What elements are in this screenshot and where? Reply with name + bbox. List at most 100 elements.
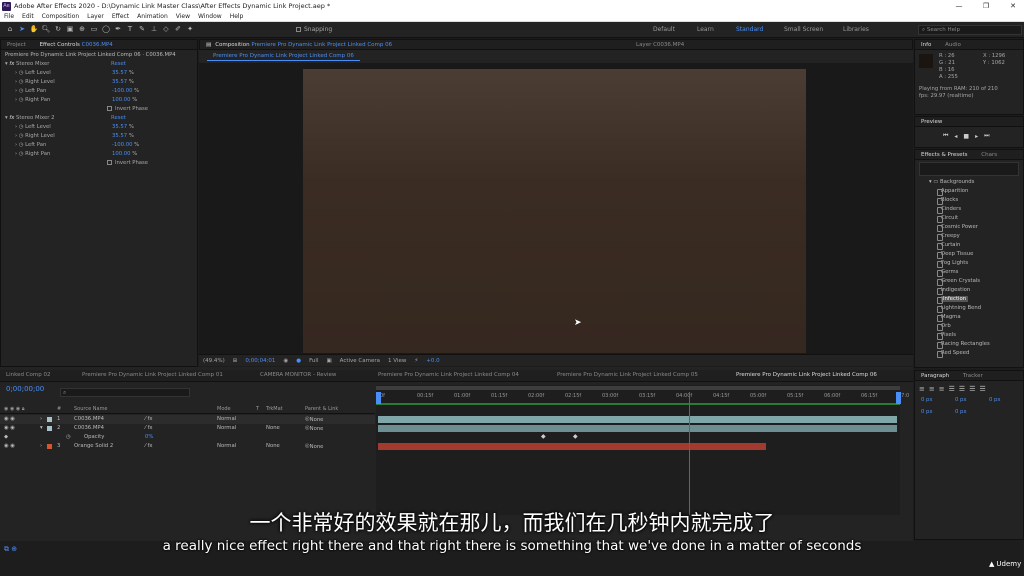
- align-left-icon[interactable]: ≡: [919, 385, 925, 393]
- menu-animation[interactable]: Animation: [137, 13, 168, 20]
- track-layer-2[interactable]: [378, 425, 897, 432]
- prev-frame-icon[interactable]: ◂: [954, 133, 957, 140]
- expand-icon[interactable]: ▾: [40, 425, 43, 431]
- tab-comp-05[interactable]: Premiere Pro Dynamic Link Project Linked…: [557, 372, 698, 378]
- parent-dropdown[interactable]: ◎ None: [305, 425, 323, 432]
- param-value[interactable]: -100.00: [112, 142, 132, 148]
- grid-icon[interactable]: ⊞: [233, 358, 238, 364]
- stopwatch-icon[interactable]: ◷: [19, 151, 24, 157]
- stopwatch-icon[interactable]: ◷: [19, 79, 24, 85]
- justify-last-right-icon[interactable]: ☰: [969, 385, 975, 393]
- col-parent-link[interactable]: Parent & Link: [305, 406, 338, 412]
- space-after-field[interactable]: 0 px: [955, 409, 967, 415]
- next-frame-icon[interactable]: ▸: [975, 133, 978, 140]
- expand-icon[interactable]: ›: [40, 416, 42, 422]
- effect-header-stereo-mixer-2[interactable]: ▾ fx Stereo Mixer 2 Reset: [5, 114, 193, 123]
- layer-name[interactable]: C0036.MP4: [74, 416, 104, 422]
- brush-tool-icon[interactable]: ✎: [138, 25, 147, 34]
- param-value[interactable]: 100.00: [112, 97, 131, 103]
- align-center-icon[interactable]: ≡: [929, 385, 935, 393]
- stopwatch-icon[interactable]: ◷: [19, 70, 24, 76]
- switches-icon[interactable]: ⁄ fx: [145, 416, 153, 422]
- roto-brush-tool-icon[interactable]: ✐: [174, 25, 183, 34]
- zoom-tool-icon[interactable]: 🔍︎: [42, 25, 51, 34]
- preset-item[interactable]: Fog Lights: [915, 259, 1023, 268]
- preset-item[interactable]: Circuit: [915, 214, 1023, 223]
- layer-row[interactable]: ◉ ◉ › 1 C0036.MP4 ⁄ fx Normal ◎ None: [0, 415, 375, 424]
- stopwatch-icon[interactable]: ◷: [19, 88, 24, 94]
- snapshot-icon[interactable]: ◉: [283, 358, 288, 364]
- param-value[interactable]: 35.57: [112, 133, 127, 139]
- col-trkmat[interactable]: TrkMat: [266, 406, 283, 412]
- snapping-checkbox[interactable]: [296, 27, 301, 32]
- workspace-learn[interactable]: Learn: [697, 26, 714, 33]
- tab-characters[interactable]: Chars: [975, 152, 1003, 158]
- preset-item[interactable]: Creepy: [915, 232, 1023, 241]
- menu-effect[interactable]: Effect: [112, 13, 129, 20]
- stop-icon[interactable]: ■: [963, 133, 969, 140]
- selection-tool-icon[interactable]: ➤: [18, 25, 27, 34]
- reset-button[interactable]: Reset: [111, 114, 126, 123]
- tab-audio[interactable]: Audio: [939, 42, 967, 48]
- align-right-icon[interactable]: ≡: [939, 385, 945, 393]
- layer-row[interactable]: ◉ ◉ › 3 Orange Solid 2 ⁄ fx Normal None …: [0, 442, 375, 451]
- camera-dropdown[interactable]: Active Camera: [340, 358, 380, 364]
- param-value[interactable]: 35.57: [112, 124, 127, 130]
- preset-item[interactable]: Magma: [915, 313, 1023, 322]
- menu-window[interactable]: Window: [198, 13, 222, 20]
- mode-dropdown[interactable]: Normal: [217, 416, 236, 422]
- keyframe-nav-icon[interactable]: ◆: [4, 434, 8, 440]
- stopwatch-icon[interactable]: ◷: [66, 434, 71, 440]
- region-icon[interactable]: ▣: [326, 358, 331, 364]
- workspace-libraries[interactable]: Libraries: [843, 26, 869, 33]
- tab-camera-monitor[interactable]: CAMERA MONITOR - Review: [260, 372, 336, 378]
- preset-item-selected[interactable]: Infection: [915, 295, 1023, 304]
- fast-preview-icon[interactable]: ⚡︎: [414, 358, 418, 364]
- param-value[interactable]: 35.57: [112, 79, 127, 85]
- tab-paragraph[interactable]: Paragraph: [915, 373, 955, 379]
- justify-all-icon[interactable]: ☰: [979, 385, 985, 393]
- preset-item[interactable]: Germs: [915, 268, 1023, 277]
- mode-dropdown[interactable]: Normal: [217, 425, 236, 431]
- parent-dropdown[interactable]: ◎ None: [305, 416, 323, 423]
- visibility-icon[interactable]: ◉ ◉: [4, 443, 15, 449]
- stopwatch-icon[interactable]: ◷: [19, 124, 24, 130]
- menu-view[interactable]: View: [176, 13, 190, 20]
- col-mode[interactable]: Mode: [217, 406, 231, 412]
- folder-backgrounds[interactable]: ▾ ▭ Backgrounds: [915, 178, 1023, 187]
- composition-tab[interactable]: ▤ Composition Premiere Pro Dynamic Link …: [206, 42, 392, 48]
- visibility-icon[interactable]: ◉ ◉: [4, 416, 15, 422]
- label-color[interactable]: [47, 426, 52, 431]
- camera-tool-icon[interactable]: ▣: [66, 25, 75, 34]
- menu-composition[interactable]: Composition: [42, 13, 79, 20]
- puppet-tool-icon[interactable]: ✦: [186, 25, 195, 34]
- menu-layer[interactable]: Layer: [87, 13, 104, 20]
- preset-item[interactable]: Cinders: [915, 205, 1023, 214]
- opacity-value[interactable]: 0%: [145, 434, 153, 440]
- tab-tracker[interactable]: Tracker: [957, 373, 989, 379]
- work-area-start-handle[interactable]: [376, 392, 381, 404]
- label-color[interactable]: [47, 417, 52, 422]
- track-layer-3[interactable]: [378, 443, 766, 450]
- playhead[interactable]: [688, 392, 690, 515]
- menu-help[interactable]: Help: [230, 13, 244, 20]
- preset-item[interactable]: Blocks: [915, 196, 1023, 205]
- pan-behind-tool-icon[interactable]: ⊕: [78, 25, 87, 34]
- tab-comp-06[interactable]: Premiere Pro Dynamic Link Project Linked…: [736, 372, 877, 378]
- expand-icon[interactable]: ›: [40, 443, 42, 449]
- label-color[interactable]: [47, 444, 52, 449]
- trkmat-dropdown[interactable]: None: [266, 425, 280, 431]
- workspace-default[interactable]: Default: [653, 26, 675, 33]
- views-dropdown[interactable]: 1 View: [388, 358, 406, 364]
- preset-item[interactable]: Red Speed: [915, 349, 1023, 358]
- rectangle-tool-icon[interactable]: ▭: [90, 25, 99, 34]
- tab-preview[interactable]: Preview: [915, 119, 948, 125]
- preset-item[interactable]: Green Crystals: [915, 277, 1023, 286]
- trkmat-dropdown[interactable]: None: [266, 443, 280, 449]
- menu-file[interactable]: File: [4, 13, 14, 20]
- param-value[interactable]: 35.57: [112, 70, 127, 76]
- preset-item[interactable]: Orb: [915, 322, 1023, 331]
- close-button[interactable]: ✕: [1004, 0, 1022, 12]
- invert-phase-checkbox[interactable]: [107, 160, 112, 165]
- preset-item[interactable]: Cosmic Power: [915, 223, 1023, 232]
